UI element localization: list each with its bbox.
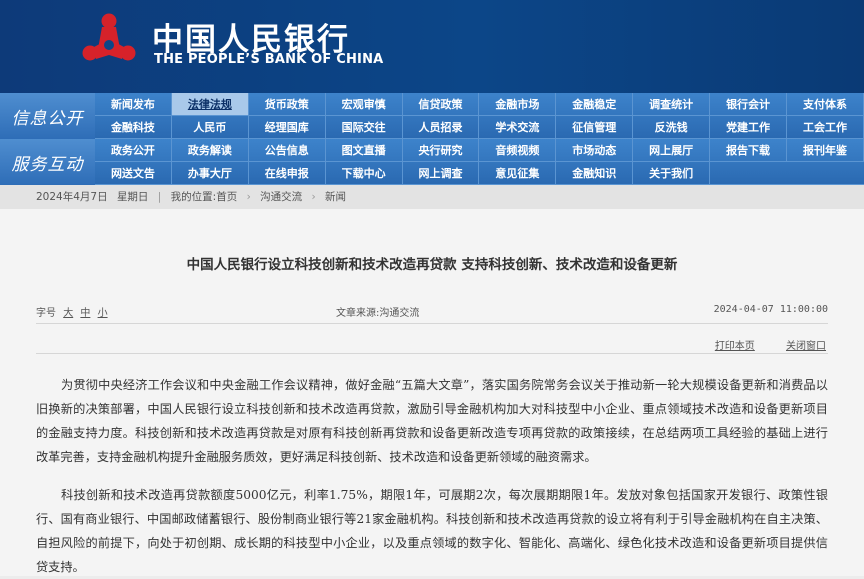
nav-item[interactable]: 意见征集 xyxy=(479,162,557,184)
article-source: 文章来源:沟通交流 xyxy=(336,308,420,319)
font-size-large-link[interactable]: 大 xyxy=(63,308,73,319)
current-date: 2024年4月7日 xyxy=(36,191,108,203)
nav-item[interactable]: 工会工作 xyxy=(787,116,864,138)
print-page-link[interactable]: 打印本页 xyxy=(715,341,755,352)
font-size-controls: 字号 大 中 小 xyxy=(36,304,108,319)
nav-item[interactable]: 央行研究 xyxy=(403,139,480,161)
nav-item[interactable]: 法律法规 xyxy=(171,93,249,115)
nav-item[interactable]: 调查统计 xyxy=(633,93,711,115)
current-weekday: 星期日 xyxy=(116,191,149,203)
font-size-small-link[interactable]: 小 xyxy=(98,308,108,319)
site-title-en: THE PEOPLE’S BANK OF CHINA xyxy=(154,52,384,67)
article-title: 中国人民银行设立科技创新和技术改造再贷款 支持科技创新、技术改造和设备更新 xyxy=(186,257,678,273)
font-size-label: 字号 xyxy=(36,308,56,319)
nav-service-title: 服务互动 xyxy=(0,139,95,185)
breadcrumb-level2[interactable]: 新闻 xyxy=(325,191,346,203)
nav-item[interactable]: 支付体系 xyxy=(787,93,864,115)
nav-item[interactable]: 政务解读 xyxy=(172,139,249,161)
nav-service-row-2: 网送文告 办事大厅 在线申报 下载中心 网上调查 意见征集 金融知识 关于我们 xyxy=(95,162,864,185)
nav-info-title: 信息公开 xyxy=(0,93,95,139)
nav-item[interactable]: 宏观审慎 xyxy=(326,93,403,115)
separator: | xyxy=(157,191,162,203)
nav-item[interactable]: 信贷政策 xyxy=(403,93,480,115)
chevron-right-icon: › xyxy=(246,191,251,203)
breadcrumb-level1[interactable]: 沟通交流 xyxy=(260,191,302,203)
nav-item[interactable]: 金融科技 xyxy=(95,116,172,138)
chevron-right-icon: › xyxy=(311,191,316,203)
divider xyxy=(36,353,828,354)
nav-item[interactable]: 金融稳定 xyxy=(556,93,634,115)
article-tools: 打印本页 关闭窗口 xyxy=(687,337,826,352)
nav-item[interactable]: 音频视频 xyxy=(479,139,557,161)
font-size-medium-link[interactable]: 中 xyxy=(80,308,90,319)
nav-item[interactable]: 人民币 xyxy=(172,116,249,138)
nav-item[interactable]: 人员招录 xyxy=(403,116,480,138)
breadcrumb: 2024年4月7日 星期日 | 我的位置:首页 › 沟通交流 › 新闻 xyxy=(0,185,864,209)
nav-item[interactable]: 公告信息 xyxy=(249,139,326,161)
nav-item[interactable]: 反洗钱 xyxy=(633,116,711,138)
nav-info-section: 信息公开 新闻发布 法律法规 货币政策 宏观审慎 信贷政策 金融市场 金融稳定 调查统计 银行会… xyxy=(0,93,864,139)
main-navigation: 信息公开 新闻发布 法律法规 货币政策 宏观审慎 信贷政策 金融市场 金融稳定 调查统计 银行会… xyxy=(0,93,864,185)
nav-item[interactable]: 报刊年鉴 xyxy=(787,139,864,161)
pboc-logo-icon[interactable] xyxy=(76,9,142,75)
breadcrumb-home[interactable]: 我的位置:首页 xyxy=(171,191,238,203)
divider xyxy=(36,323,828,324)
nav-info-row-2: 金融科技 人民币 经理国库 国际交往 人员招录 学术交流 征信管理 反洗钱 党建工作 工会工作 xyxy=(95,116,864,139)
nav-item[interactable]: 经理国库 xyxy=(249,116,326,138)
nav-item[interactable]: 网送文告 xyxy=(95,162,172,184)
nav-item[interactable]: 关于我们 xyxy=(633,162,711,184)
nav-item[interactable]: 图文直播 xyxy=(326,139,403,161)
nav-item[interactable]: 报告下载 xyxy=(710,139,788,161)
article-paragraph-2: 科技创新和技术改造再贷款额度5000亿元，利率1.75%，期限1年，可展期2次，… xyxy=(36,488,828,574)
nav-item[interactable]: 下载中心 xyxy=(326,162,403,184)
nav-info-row-1: 新闻发布 法律法规 货币政策 宏观审慎 信贷政策 金融市场 金融稳定 调查统计 银行会计 支付体系 xyxy=(95,93,864,116)
nav-item[interactable]: 金融市场 xyxy=(479,93,557,115)
nav-item[interactable]: 网上展厅 xyxy=(633,139,711,161)
nav-item[interactable]: 在线申报 xyxy=(249,162,326,184)
nav-item[interactable]: 货币政策 xyxy=(249,93,326,115)
site-header: 中国人民银行 THE PEOPLE’S BANK OF CHINA xyxy=(0,0,864,93)
nav-item[interactable]: 新闻发布 xyxy=(95,93,172,115)
article-paragraph-1: 为贯彻中央经济工作会议和中央金融工作会议精神，做好金融“五篇大文章”，落实国务院… xyxy=(36,378,828,464)
nav-item[interactable]: 办事大厅 xyxy=(172,162,249,184)
nav-item[interactable]: 党建工作 xyxy=(710,116,788,138)
nav-service-row-1: 政务公开 政务解读 公告信息 图文直播 央行研究 音频视频 市场动态 网上展厅 报告下载 报刊年鉴 xyxy=(95,139,864,162)
nav-item[interactable]: 银行会计 xyxy=(710,93,788,115)
nav-item[interactable]: 金融知识 xyxy=(556,162,634,184)
close-window-link[interactable]: 关闭窗口 xyxy=(786,341,826,352)
nav-item[interactable]: 政务公开 xyxy=(95,139,172,161)
nav-service-section: 服务互动 政务公开 政务解读 公告信息 图文直播 央行研究 音频视频 市场动态 网上展厅 报告下… xyxy=(0,139,864,185)
nav-item[interactable]: 征信管理 xyxy=(556,116,634,138)
article-datetime: 2024-04-07 11:00:00 xyxy=(713,304,828,315)
nav-item[interactable]: 学术交流 xyxy=(479,116,557,138)
article-area: 中国人民银行设立科技创新和技术改造再贷款 支持科技创新、技术改造和设备更新 字号… xyxy=(0,209,864,576)
nav-item[interactable]: 市场动态 xyxy=(556,139,634,161)
nav-item[interactable]: 国际交往 xyxy=(326,116,403,138)
nav-item[interactable]: 网上调查 xyxy=(403,162,480,184)
